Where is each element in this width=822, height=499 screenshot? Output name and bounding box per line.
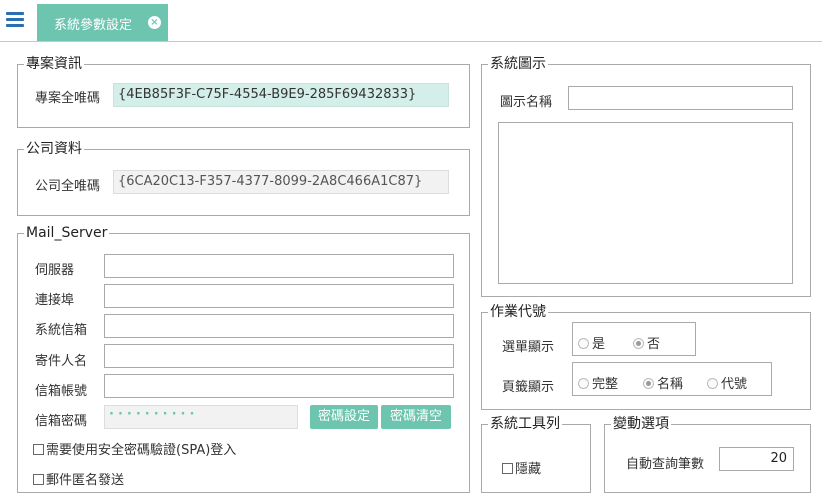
mail-password-label: 信箱密碼: [35, 414, 88, 429]
auto-query-count-label: 自動查詢筆數: [626, 457, 705, 472]
checkbox-icon: [33, 474, 44, 485]
menu-icon[interactable]: [6, 12, 24, 27]
radio-icon: [578, 338, 589, 349]
variable-options-legend: 變動選項: [613, 416, 669, 432]
company-id-label: 公司全唯碼: [35, 179, 101, 194]
hide-toolbar-label: 隱藏: [515, 462, 542, 477]
checkbox-icon: [33, 444, 44, 455]
tab-display-label: 頁籤顯示: [502, 380, 555, 395]
checkbox-icon: [502, 463, 513, 474]
tab-display-full-radio[interactable]: 完整: [578, 373, 618, 392]
spa-checkbox-label: 需要使用安全密碼驗證(SPA)登入: [46, 443, 237, 458]
mail-password-input[interactable]: ··········: [104, 405, 298, 429]
tab-display-full-label: 完整: [592, 377, 619, 392]
radio-selected-icon: [633, 338, 644, 349]
icon-preview-area[interactable]: [498, 122, 793, 284]
radio-selected-icon: [643, 378, 654, 389]
clear-password-button[interactable]: 密碼清空: [381, 405, 451, 429]
icon-name-input[interactable]: [568, 86, 793, 110]
sender-name-input[interactable]: [104, 344, 454, 368]
port-label: 連接埠: [35, 293, 75, 308]
server-input[interactable]: [104, 254, 454, 278]
anonymous-send-checkbox[interactable]: 郵件匿名發送: [33, 469, 124, 488]
menu-display-label: 選單顯示: [502, 340, 555, 355]
anonymous-send-label: 郵件匿名發送: [46, 473, 125, 488]
radio-icon: [707, 378, 718, 389]
port-input[interactable]: [104, 284, 454, 308]
sender-name-label: 寄件人名: [35, 354, 88, 369]
tab-display-code-radio[interactable]: 代號: [707, 373, 747, 392]
company-id-field[interactable]: {6CA20C13-F357-4377-8099-2A8C466A1C87}: [113, 170, 449, 194]
system-mailbox-label: 系統信箱: [35, 323, 88, 338]
auto-query-count-input[interactable]: 20: [719, 447, 794, 471]
menu-display-yes-radio[interactable]: 是: [578, 333, 605, 352]
system-mailbox-input[interactable]: [104, 314, 454, 338]
toolbar-legend: 系統工具列: [490, 416, 560, 432]
server-label: 伺服器: [35, 263, 75, 278]
system-icon-legend: 系統圖示: [490, 56, 546, 72]
mail-account-label: 信箱帳號: [35, 384, 88, 399]
set-password-button[interactable]: 密碼設定: [310, 405, 378, 429]
project-info-legend: 專案資訊: [26, 56, 82, 72]
toolbar-group: 系統工具列: [481, 416, 591, 493]
tab-display-code-label: 代號: [721, 377, 748, 392]
mail-server-legend: Mail_Server: [26, 225, 108, 241]
menu-display-yes-label: 是: [592, 337, 606, 352]
icon-name-label: 圖示名稱: [500, 95, 553, 110]
menu-display-no-label: 否: [647, 337, 661, 352]
hide-toolbar-checkbox[interactable]: 隱藏: [502, 458, 541, 477]
mail-account-input[interactable]: [104, 374, 454, 398]
radio-icon: [578, 378, 589, 389]
tab-display-name-label: 名稱: [657, 377, 684, 392]
menu-display-no-radio[interactable]: 否: [633, 333, 660, 352]
tab-display-name-radio[interactable]: 名稱: [643, 373, 683, 392]
close-icon[interactable]: ×: [148, 16, 161, 29]
top-bar: 系統參數設定 ×: [0, 0, 822, 42]
tab-system-settings[interactable]: 系統參數設定 ×: [37, 4, 168, 41]
company-info-legend: 公司資料: [26, 141, 82, 157]
tab-label: 系統參數設定: [54, 18, 133, 33]
op-code-legend: 作業代號: [490, 304, 546, 320]
spa-checkbox[interactable]: 需要使用安全密碼驗證(SPA)登入: [33, 439, 236, 458]
project-id-label: 專案全唯碼: [35, 91, 101, 106]
project-id-field[interactable]: {4EB85F3F-C75F-4554-B9E9-285F69432833}: [113, 83, 449, 107]
